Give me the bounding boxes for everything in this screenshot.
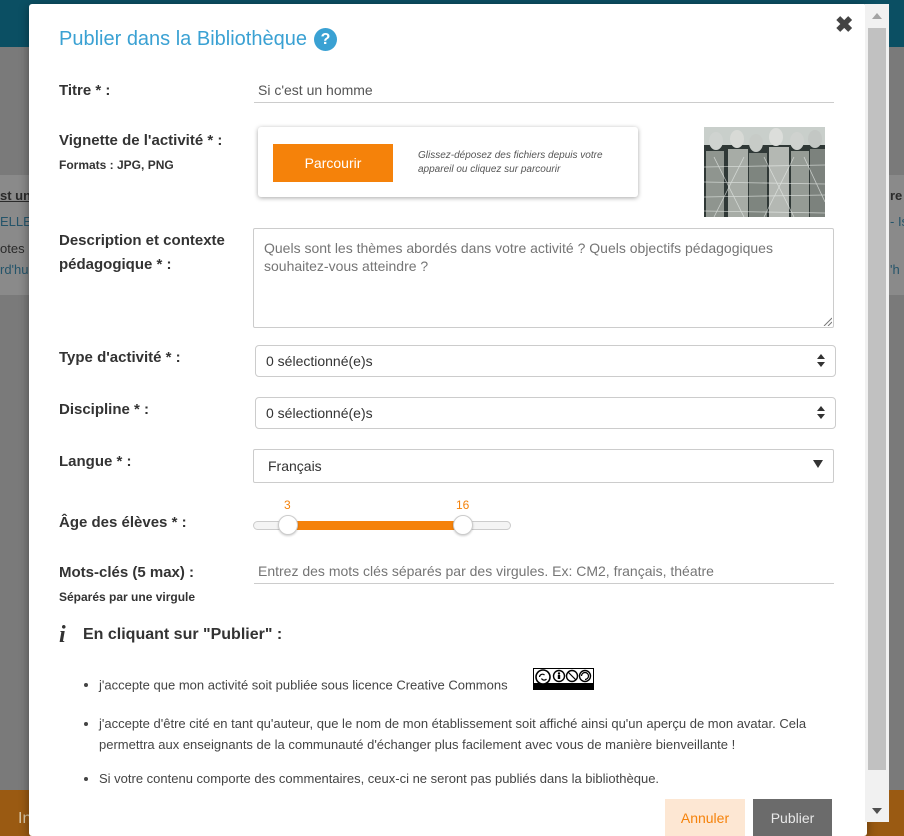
vignette-formats: Formats : JPG, PNG [59,158,174,172]
publish-modal: Publier dans la Bibliothèque ? ✖ Titre *… [29,4,867,836]
keywords-sublabel: Séparés par une virgule [59,590,196,604]
modal-scrollbar[interactable] [865,4,889,822]
discipline-label: Discipline * : [59,401,150,418]
publish-button[interactable]: Publier [753,799,832,836]
caret-down-icon [813,460,823,468]
type-select[interactable]: 0 sélectionné(e)s [255,345,836,377]
list-item: Si votre contenu comporte des commentair… [99,768,839,789]
modal-title: Publier dans la Bibliothèque [59,28,307,50]
thumbnail-image [704,127,825,217]
keywords-label: Mots-clés (5 max) : [59,564,195,581]
list-item-text: j'accepte que mon activité soit publiée … [99,677,508,693]
list-item-text: Si votre contenu comporte des commentair… [99,771,660,786]
list-item: j'accepte d'être cité en tant qu'auteur,… [99,713,839,755]
close-icon[interactable]: ✖ [835,12,853,38]
age-label: Âge des élèves * : [59,514,187,531]
drop-hint: Glissez-déposez des fichiers depuis votr… [418,150,603,175]
type-select-value: 0 sélectionné(e)s [266,353,373,369]
resize-grip-icon[interactable] [822,316,832,326]
keywords-input[interactable] [254,558,834,584]
background-text: re [890,188,903,203]
langue-select-value: Français [268,458,322,474]
langue-select[interactable]: Français [253,449,834,483]
browse-button[interactable]: Parcourir [273,144,393,182]
info-icon: i [59,622,66,648]
creative-commons-badge-icon [533,668,595,696]
age-min-handle[interactable] [278,515,298,535]
cancel-button[interactable]: Annuler [665,799,745,836]
terms-list: j'accepte que mon activité soit publiée … [99,668,839,802]
type-label: Type d'activité * : [59,349,181,366]
scroll-up-icon[interactable] [872,13,882,19]
age-min-value: 3 [284,498,291,512]
age-max-handle[interactable] [453,515,473,535]
background-text: st un [0,188,29,203]
list-item-text: j'accepte d'être cité en tant qu'auteur,… [99,716,807,752]
description-label: pédagogique * : [59,256,172,273]
list-item: j'accepte que mon activité soit publiée … [99,668,839,700]
discipline-select[interactable]: 0 sélectionné(e)s [255,397,836,429]
background-text: ELLE [0,214,29,229]
background-text: - Is [890,214,904,229]
select-arrows-icon [817,354,825,368]
age-max-value: 16 [456,498,470,512]
image-dropzone[interactable]: Parcourir Glissez-déposez des fichiers d… [258,127,638,197]
age-slider-range [288,521,463,530]
scroll-thumb[interactable] [868,28,886,770]
description-textarea[interactable] [253,228,834,328]
langue-label: Langue * : [59,453,132,470]
background-text: otes [0,241,25,256]
help-icon[interactable]: ? [314,28,337,51]
titre-label: Titre * : [59,82,111,99]
description-label: Description et contexte [59,232,225,249]
discipline-select-value: 0 sélectionné(e)s [266,405,373,421]
scroll-down-icon[interactable] [872,808,882,814]
select-arrows-icon [817,406,825,420]
vignette-label: Vignette de l'activité * : [59,132,223,149]
background-text: rd'hu [0,262,29,277]
info-title: En cliquant sur "Publier" : [83,626,283,643]
titre-input[interactable] [254,77,834,103]
background-text: 'h [890,262,900,277]
